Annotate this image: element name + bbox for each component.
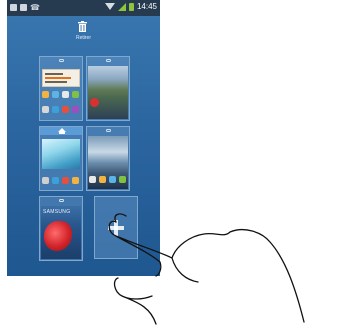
dock-app-grid — [42, 106, 79, 113]
app-icon — [72, 106, 79, 113]
app-grid — [42, 91, 79, 98]
app-icon — [62, 177, 69, 184]
page-thumbnail-header — [40, 197, 82, 205]
page-thumbnail-5[interactable]: SAMSUNG — [39, 196, 83, 261]
app-icon — [52, 177, 59, 184]
page-thumbnail-content — [88, 66, 128, 119]
app-icon — [89, 176, 96, 183]
app-icon — [42, 91, 49, 98]
phone-screen: ☎ 14:45 Retirer SAMSUNG — [7, 0, 160, 276]
phone-icon: ☎ — [30, 3, 40, 12]
battery-icon — [128, 2, 134, 11]
app-icon — [72, 91, 79, 98]
photo-thumbnail — [88, 66, 128, 119]
app-icon — [62, 106, 69, 113]
wifi-icon — [104, 3, 115, 10]
trash-label: Retirer — [75, 35, 91, 41]
clock-widget — [42, 69, 80, 87]
home-indicator-icon — [106, 59, 111, 62]
status-right-icons: 14:45 — [104, 2, 157, 11]
app-icon — [119, 176, 126, 183]
status-bar: ☎ 14:45 — [7, 0, 160, 16]
plus-icon — [107, 219, 125, 237]
page-thumbnail-content — [41, 136, 81, 189]
samsung-logo-text: SAMSUNG — [43, 209, 71, 215]
page-thumbnail-header — [87, 127, 129, 135]
page-thumbnail-content — [41, 66, 81, 119]
app-icon — [99, 176, 106, 183]
app-icon — [52, 91, 59, 98]
trash-icon — [78, 21, 87, 32]
page-thumbnail-content — [88, 136, 128, 189]
message-icon — [20, 4, 27, 11]
app-grid — [89, 176, 126, 183]
status-left-icons: ☎ — [10, 3, 40, 12]
add-page-button[interactable] — [94, 196, 138, 259]
app-icon — [72, 177, 79, 184]
page-thumbnail-header — [40, 127, 82, 135]
page-thumbnail-header — [87, 57, 129, 65]
page-thumbnail-2[interactable] — [86, 56, 130, 121]
weather-widget — [42, 139, 80, 169]
image-icon — [10, 4, 17, 11]
page-thumbnail-header — [40, 57, 82, 65]
home-indicator-icon — [59, 59, 64, 62]
page-thumbnail-content: SAMSUNG — [41, 206, 81, 259]
app-icon — [42, 177, 49, 184]
app-icon — [52, 106, 59, 113]
home-indicator-icon — [106, 129, 111, 132]
app-icon — [109, 176, 116, 183]
status-time: 14:45 — [136, 2, 157, 11]
signal-icon — [117, 2, 126, 11]
app-icon — [90, 98, 99, 107]
page-thumbnail-4[interactable] — [86, 126, 130, 191]
app-icon — [42, 106, 49, 113]
page-thumbnail-1[interactable] — [39, 56, 83, 121]
app-icon — [62, 91, 69, 98]
page-thumbnail-3[interactable] — [39, 126, 83, 191]
dock-app-grid — [42, 177, 79, 184]
home-indicator-icon — [59, 199, 64, 202]
remove-page-target[interactable]: Retirer — [7, 16, 160, 46]
